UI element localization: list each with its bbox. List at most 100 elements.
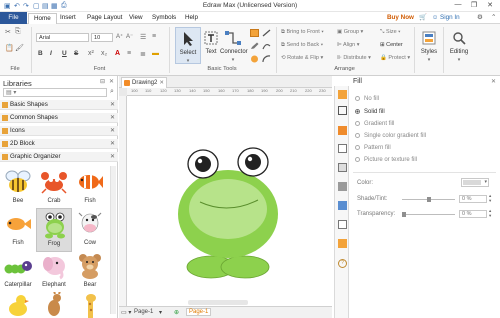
superscript-icon[interactable]: x² (88, 50, 94, 57)
rectangle-icon[interactable] (250, 29, 259, 37)
line-panel-icon[interactable] (338, 106, 347, 115)
close-window-icon[interactable]: ✕ (483, 1, 497, 11)
menu-home[interactable]: Home (28, 13, 57, 24)
close-icon[interactable]: ✕ (110, 101, 115, 108)
page-list-icon[interactable]: ▭ ▾ (121, 309, 131, 316)
shape-bear[interactable]: Bear (72, 250, 108, 294)
page-panel-icon[interactable] (338, 163, 347, 172)
italic-button[interactable]: I (50, 50, 52, 57)
pen-icon[interactable] (250, 42, 259, 50)
search-icon[interactable]: ⌕ (110, 88, 114, 96)
close-icon[interactable]: ✕ (110, 153, 115, 160)
shape-bee[interactable]: Bee (0, 166, 36, 210)
category-graphic-organizer[interactable]: Graphic Organizer ✕ (0, 152, 118, 162)
rotate-flip-button[interactable]: ⟲ Rotate & Flip ▾ (281, 55, 323, 61)
menu-file[interactable]: File (0, 12, 27, 24)
add-page-icon[interactable]: ⊕ (174, 309, 179, 316)
shape-crab[interactable]: Crab (36, 166, 72, 210)
connector-tool-button[interactable]: Connector ▾ (220, 27, 248, 64)
protect-button[interactable]: 🔒 Protect ▾ (380, 55, 410, 61)
sign-in-link[interactable]: Sign In (435, 13, 465, 24)
paste-icon[interactable]: 📋 (5, 44, 14, 52)
close-icon[interactable]: ✕ (491, 78, 496, 85)
library-menu-icon[interactable]: ▤ ▾ (6, 89, 16, 96)
pin-icon[interactable]: ⊟ (100, 78, 105, 85)
cut-icon[interactable]: ✂ (5, 28, 11, 36)
highlight-icon[interactable]: ▬ (152, 50, 159, 57)
arc-icon[interactable] (262, 55, 271, 63)
size-button[interactable]: ⤡ Size ▾ (380, 29, 400, 36)
line-icon[interactable] (262, 29, 271, 37)
solid-fill-option[interactable]: Solid fill (355, 109, 385, 115)
minimize-icon[interactable]: — (451, 1, 465, 11)
fill-panel-icon[interactable] (338, 90, 347, 99)
send-to-back-button[interactable]: ⧉ Send to Back ▾ (281, 42, 323, 49)
library-scrollbar[interactable] (110, 166, 116, 314)
menu-page-layout[interactable]: Page Layout (82, 13, 127, 24)
align-button[interactable]: ⊫ Align ▾ (337, 42, 360, 48)
category-basic-shapes[interactable]: Basic Shapes ✕ (0, 100, 118, 110)
editing-button[interactable]: Editing ▾ (446, 27, 472, 64)
kangaroo-icon[interactable] (42, 292, 66, 318)
center-button[interactable]: ⊞ Center (380, 42, 403, 48)
ellipse-icon[interactable] (250, 55, 259, 63)
shape-elephant[interactable]: Elephant (36, 250, 72, 294)
shade-tint-input[interactable]: 0 % (459, 195, 487, 203)
horizontal-scrollbar[interactable] (188, 300, 248, 305)
frog-shape[interactable] (128, 97, 332, 306)
font-name-select[interactable]: Arial (36, 33, 89, 42)
page-tab[interactable]: Page-1 (134, 309, 153, 315)
grow-font-icon[interactable]: A⁺ (116, 33, 123, 40)
category-common-shapes[interactable]: Common Shapes ✕ (0, 113, 118, 123)
attachment-icon[interactable] (338, 220, 347, 229)
close-icon[interactable]: ✕ (159, 78, 164, 88)
transparency-input[interactable]: 0 % (459, 210, 487, 218)
collapse-ribbon-icon[interactable]: ⌃ (486, 13, 500, 24)
help-icon[interactable]: ? (338, 259, 347, 268)
close-icon[interactable]: ✕ (110, 140, 115, 147)
drawing-canvas[interactable] (128, 97, 332, 306)
menu-symbols[interactable]: Symbols (147, 13, 181, 24)
shape-fish-2[interactable]: Fish (0, 208, 36, 252)
format-painter-icon[interactable]: 🖌 (15, 44, 24, 52)
color-picker[interactable]: ▾ (461, 178, 489, 187)
shade-tint-slider-handle[interactable] (427, 197, 431, 202)
menu-insert[interactable]: Insert (55, 13, 81, 24)
numbering-icon[interactable]: ≡ (152, 33, 156, 40)
curve-icon[interactable] (262, 42, 271, 50)
close-icon[interactable]: ✕ (110, 127, 115, 134)
shape-fish[interactable]: Fish (72, 166, 108, 210)
align-left-icon[interactable]: ≡ (127, 50, 131, 57)
picture-fill-option[interactable]: Picture or texture fill (355, 157, 417, 163)
category-2d-block[interactable]: 2D Block ✕ (0, 139, 118, 149)
comment-icon[interactable] (338, 239, 347, 248)
layers-panel-icon[interactable] (338, 182, 347, 191)
shape-caterpillar[interactable]: Caterpillar (0, 250, 36, 294)
group-button[interactable]: ▣ Group ▾ (337, 29, 363, 35)
image-panel-icon[interactable] (338, 144, 347, 153)
transparency-slider[interactable] (402, 214, 455, 215)
duck-icon[interactable] (6, 292, 30, 318)
no-fill-option[interactable]: No fill (355, 96, 379, 102)
menu-help[interactable]: Help (180, 13, 203, 24)
single-color-gradient-option[interactable]: Single color gradient fill (355, 133, 426, 139)
pattern-fill-option[interactable]: Pattern fill (355, 145, 391, 151)
library-search-input[interactable]: ▤ ▾ (3, 88, 107, 97)
document-tab[interactable]: Drawing2 ✕ (121, 77, 167, 88)
underline-button[interactable]: U (62, 50, 67, 57)
bold-button[interactable]: B (38, 50, 43, 57)
bring-to-front-button[interactable]: ⧉ Bring to Front ▾ (281, 29, 324, 36)
subscript-icon[interactable]: x₂ (101, 50, 107, 57)
panel-close-icon[interactable]: ✕ (109, 78, 114, 85)
spinner-icon[interactable]: ▴ ▾ (489, 193, 491, 203)
transparency-slider-handle[interactable] (402, 212, 406, 217)
page-tab-active[interactable]: Page-1 (186, 308, 212, 316)
close-icon[interactable]: ✕ (110, 114, 115, 121)
copy-icon[interactable]: ⎘ (15, 28, 21, 36)
shape-frog[interactable]: Frog (36, 208, 72, 252)
shadow-panel-icon[interactable] (338, 126, 347, 135)
restore-icon[interactable]: ❐ (467, 1, 481, 11)
font-color-icon[interactable]: A (115, 50, 120, 57)
styles-button[interactable]: Styles ▾ (417, 27, 441, 64)
giraffe-icon[interactable] (78, 292, 102, 318)
